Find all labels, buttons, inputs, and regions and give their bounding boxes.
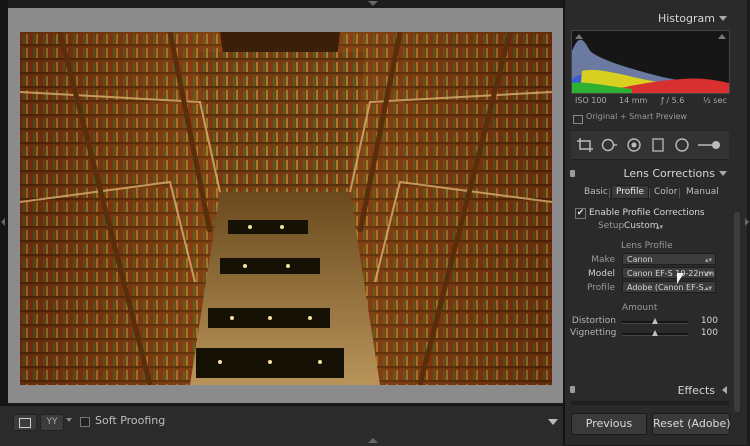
enable-profile-label[interactable]: Enable Profile Corrections: [589, 208, 705, 218]
make-select[interactable]: Canon ▴▾: [622, 253, 716, 265]
soft-proofing-checkbox[interactable]: [80, 417, 90, 427]
distortion-slider-thumb[interactable]: [652, 318, 658, 324]
left-panel-toggle-icon[interactable]: [1, 218, 5, 226]
collapse-icon[interactable]: [719, 171, 727, 176]
spot-removal-icon[interactable]: [601, 138, 617, 152]
lens-profile-heading: Lens Profile: [621, 241, 673, 251]
lens-corrections-header[interactable]: Lens Corrections: [565, 163, 735, 183]
shutter-speed: ½ sec: [703, 96, 727, 105]
library-photo: [20, 32, 552, 385]
iso-value: ISO 100: [575, 96, 607, 105]
select-arrow-icon: ▴▾: [704, 284, 712, 292]
crop-icon[interactable]: [577, 138, 593, 152]
graduated-filter-icon[interactable]: [652, 138, 664, 152]
vignetting-slider-thumb[interactable]: [652, 330, 658, 336]
model-value: Canon EF-S 10-22mm...: [627, 269, 716, 278]
distortion-value[interactable]: 100: [694, 316, 718, 326]
histogram-title: Histogram: [657, 12, 715, 25]
previous-button[interactable]: Previous: [571, 413, 647, 435]
reset-button[interactable]: Reset (Adobe): [652, 413, 731, 435]
tab-separator: [649, 188, 650, 198]
mouse-cursor-icon: [677, 273, 684, 284]
setup-dropdown-icon[interactable]: ▴▾: [656, 223, 663, 231]
next-panel-strip: [571, 401, 729, 405]
distortion-label: Distortion: [571, 316, 616, 326]
histogram-header[interactable]: Histogram: [565, 8, 735, 28]
profile-label: Profile: [587, 283, 615, 293]
effects-header[interactable]: Effects: [565, 380, 735, 400]
make-value: Canon: [627, 255, 653, 264]
enable-profile-checkbox[interactable]: ✔: [575, 208, 586, 219]
red-eye-icon[interactable]: [627, 138, 641, 152]
bottom-panel-toggle-icon[interactable]: [368, 438, 378, 443]
histogram-curves: [572, 39, 729, 93]
effects-title: Effects: [677, 384, 715, 397]
panel-scrollbar[interactable]: [734, 212, 740, 412]
photo-preview[interactable]: [20, 32, 552, 385]
profile-select[interactable]: Adobe (Canon EF-S... ▴▾: [622, 281, 716, 293]
toolbar-menu-icon[interactable]: [548, 419, 558, 425]
collapse-icon[interactable]: [719, 16, 727, 21]
lens-corrections-title: Lens Corrections: [623, 167, 715, 180]
histogram-graph[interactable]: [571, 30, 730, 94]
compare-view-button[interactable]: YY: [40, 414, 64, 431]
setup-dropdown[interactable]: Custom: [624, 221, 658, 231]
shadow-clipping-icon[interactable]: [575, 34, 583, 39]
lens-corrections-tabs: Basic Profile Color Manual: [575, 184, 725, 200]
adjustment-brush-icon[interactable]: [698, 138, 722, 152]
distortion-slider[interactable]: [622, 318, 688, 324]
select-arrow-icon: ▴▾: [704, 270, 712, 278]
top-panel-toggle-icon[interactable]: [368, 1, 378, 6]
view-dropdown-icon[interactable]: [66, 418, 72, 422]
vignetting-value[interactable]: 100: [694, 328, 718, 338]
expand-icon[interactable]: [722, 386, 727, 394]
setup-label: Setup: [598, 221, 625, 231]
tab-separator: [609, 188, 610, 198]
vignetting-label: Vignetting: [570, 328, 617, 338]
tab-manual[interactable]: Manual: [683, 187, 722, 197]
model-label: Model: [587, 269, 615, 279]
profile-value: Adobe (Canon EF-S...: [627, 283, 712, 292]
tab-separator: [679, 188, 680, 198]
model-select[interactable]: Canon EF-S 10-22mm... ▴▾: [622, 267, 716, 279]
amount-heading: Amount: [622, 303, 658, 313]
select-arrow-icon: ▴▾: [704, 256, 712, 264]
aperture: ƒ / 5.6: [661, 96, 685, 105]
radial-filter-icon[interactable]: [675, 138, 689, 152]
focal-length: 14 mm: [619, 96, 648, 105]
tab-profile[interactable]: Profile: [611, 185, 649, 199]
soft-proofing-label: Soft Proofing: [95, 414, 166, 427]
smart-preview-icon: [573, 115, 583, 124]
vignetting-slider[interactable]: [622, 330, 688, 336]
right-panel-toggle-icon[interactable]: [745, 218, 749, 226]
loupe-view-button[interactable]: [13, 414, 37, 431]
tab-basic[interactable]: Basic: [581, 187, 611, 197]
highlight-clipping-icon[interactable]: [718, 34, 726, 39]
tab-color[interactable]: Color: [651, 187, 681, 197]
smart-preview-label[interactable]: Original + Smart Preview: [586, 112, 687, 121]
make-label: Make: [591, 255, 615, 265]
exif-info: ISO 100 14 mm ƒ / 5.6 ½ sec: [571, 94, 728, 108]
